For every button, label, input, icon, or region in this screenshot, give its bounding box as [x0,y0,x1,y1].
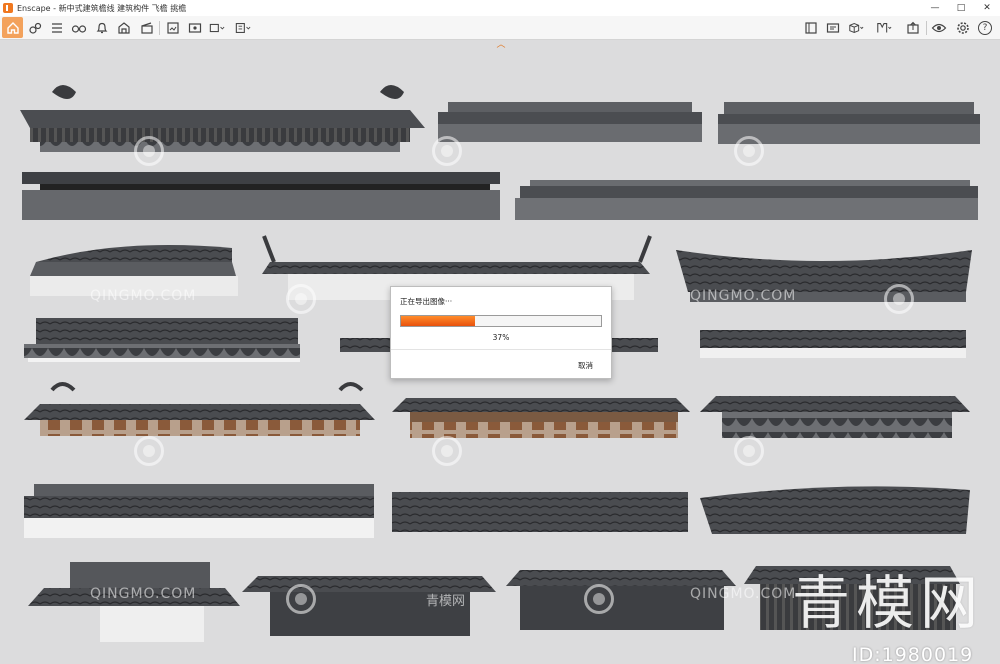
minimize-button[interactable]: — [922,0,948,16]
capture-icon[interactable] [825,20,841,36]
bell-icon[interactable] [94,20,110,36]
standalone-export-icon[interactable] [235,20,251,36]
eave-model-12 [24,382,375,436]
gear-icon[interactable] [955,20,971,36]
house-icon[interactable] [116,20,132,36]
eave-model-20 [506,570,736,630]
home-button[interactable] [2,17,23,38]
dialog-title: 正在导出图像··· [400,297,453,306]
export-progress-bar [400,315,602,327]
clapperboard-icon[interactable] [139,20,155,36]
eave-model-3 [718,102,980,144]
cube-icon[interactable] [848,20,864,36]
eave-model-19 [242,576,496,636]
screenshot-icon[interactable] [165,20,181,36]
eave-model-21 [744,566,960,630]
upload-icon[interactable] [905,20,921,36]
eave-model-6 [30,245,238,296]
panorama-icon[interactable] [187,20,203,36]
help-icon[interactable]: ? [978,21,992,35]
eave-model-2 [438,102,702,142]
settings-list-icon[interactable] [49,20,65,36]
toolbar-collapse-chevron-icon[interactable]: ︿ [495,41,507,50]
cancel-button[interactable]: 取消 [578,360,593,371]
toolbar-separator [159,21,160,35]
enscape-window: Enscape - 新中式建筑檐线 建筑构件 飞檐 挑檐 — □ ✕ ? ︿ Q… [0,0,1000,664]
title-bar: Enscape - 新中式建筑檐线 建筑构件 飞檐 挑檐 — □ ✕ [0,0,1000,16]
eave-model-4 [22,172,500,220]
window-title: Enscape - 新中式建筑檐线 建筑构件 飞檐 挑檐 [17,3,187,13]
view-icon[interactable] [931,20,947,36]
material-icon[interactable] [876,20,892,36]
eave-model-1 [20,85,425,152]
eave-model-8 [676,250,972,302]
render-icon[interactable] [27,20,43,36]
eave-model-13 [392,398,690,438]
window-controls: — □ ✕ [922,0,1000,16]
toolbar: ? [0,16,1000,40]
eave-model-18 [28,562,240,642]
maximize-button[interactable]: □ [948,0,974,16]
eave-model-15 [24,484,374,538]
toolbar-separator [926,21,927,35]
export-progress-fill [401,316,475,326]
eave-model-14 [700,396,970,438]
eave-model-16 [392,492,688,532]
eave-model-17 [700,486,970,534]
enscape-logo-icon [3,3,13,13]
home-icon [6,21,19,34]
eave-model-5 [515,180,978,220]
eave-model-9 [24,318,300,362]
close-button[interactable]: ✕ [974,0,1000,16]
dialog-divider [391,349,611,350]
export-progress-percent: 37% [492,333,510,342]
asset-library-icon[interactable] [803,20,819,36]
glasses-icon[interactable] [71,20,87,36]
eave-model-11 [700,330,966,358]
export-progress-dialog: 正在导出图像··· 37% 取消 [390,286,612,379]
batch-export-icon[interactable] [209,20,225,36]
